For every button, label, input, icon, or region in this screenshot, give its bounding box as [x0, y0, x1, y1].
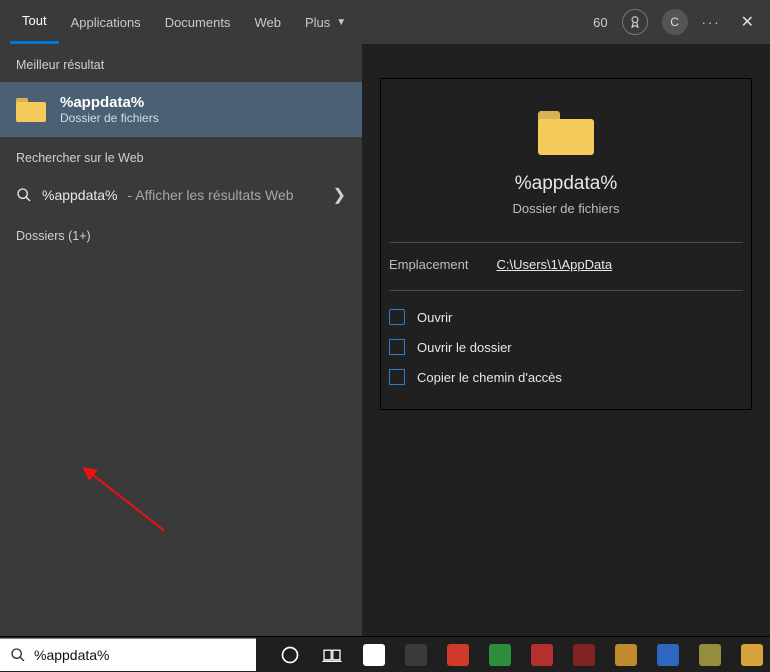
- tab-web[interactable]: Web: [242, 0, 293, 44]
- tab-more[interactable]: Plus ▼: [293, 0, 358, 44]
- folder-icon: [16, 98, 46, 122]
- taskbar-app-5[interactable]: [566, 640, 602, 670]
- web-search-query: %appdata%: [42, 187, 118, 203]
- web-search-item[interactable]: %appdata% - Afficher les résultats Web ❯: [0, 175, 362, 215]
- detail-subtitle: Dossier de fichiers: [381, 201, 751, 216]
- chevron-down-icon: ▼: [336, 17, 346, 28]
- web-search-hint: - Afficher les résultats Web: [128, 187, 294, 203]
- taskbar-app-4[interactable]: [524, 640, 560, 670]
- taskbar-search[interactable]: [0, 638, 256, 671]
- open-folder-icon: [389, 339, 405, 355]
- taskbar-app-7[interactable]: [650, 640, 686, 670]
- location-link[interactable]: C:\Users\1\AppData: [496, 257, 612, 272]
- search-input[interactable]: [34, 647, 246, 663]
- best-result-subtitle: Dossier de fichiers: [60, 111, 159, 125]
- more-options-button[interactable]: ···: [702, 15, 721, 30]
- location-label: Emplacement: [389, 257, 468, 272]
- chevron-right-icon: ❯: [333, 185, 346, 205]
- best-result-title: %appdata%: [60, 94, 159, 111]
- tab-more-label: Plus: [305, 15, 330, 30]
- folder-icon-large: [538, 111, 594, 155]
- results-column: Meilleur résultat %appdata% Dossier de f…: [0, 44, 362, 636]
- web-results-label: Rechercher sur le Web: [0, 137, 362, 175]
- taskbar-icons: [266, 640, 770, 670]
- search-icon: [10, 647, 26, 663]
- taskbar-app-8[interactable]: [692, 640, 728, 670]
- taskbar-app-6[interactable]: [608, 640, 644, 670]
- taskbar-app-9[interactable]: [734, 640, 770, 670]
- search-icon: [16, 187, 32, 203]
- search-panel: Tout Applications Documents Web Plus ▼ 6…: [0, 0, 770, 636]
- rewards-count: 60: [593, 15, 607, 30]
- tab-all[interactable]: Tout: [10, 0, 59, 44]
- action-open-folder[interactable]: Ouvrir le dossier: [389, 339, 743, 355]
- task-view-button[interactable]: [314, 640, 350, 670]
- taskbar-app-1[interactable]: [398, 640, 434, 670]
- detail-pane: %appdata% Dossier de fichiers Emplacemen…: [362, 44, 770, 636]
- action-copy-path[interactable]: Copier le chemin d'accès: [389, 369, 743, 385]
- action-copy-path-label: Copier le chemin d'accès: [417, 370, 562, 385]
- folders-section-label: Dossiers (1+): [0, 215, 362, 253]
- account-avatar[interactable]: C: [662, 9, 688, 35]
- action-open-label: Ouvrir: [417, 310, 452, 325]
- detail-title: %appdata%: [381, 173, 751, 195]
- tab-docs[interactable]: Documents: [153, 0, 243, 44]
- open-icon: [389, 309, 405, 325]
- taskbar: [0, 636, 770, 672]
- location-row: Emplacement C:\Users\1\AppData: [389, 257, 743, 291]
- close-button[interactable]: ✕: [735, 12, 760, 32]
- tab-apps[interactable]: Applications: [59, 0, 153, 44]
- taskbar-app-2[interactable]: [440, 640, 476, 670]
- rewards-icon[interactable]: [622, 9, 648, 35]
- best-result-item[interactable]: %appdata% Dossier de fichiers: [0, 82, 362, 137]
- cortana-button[interactable]: [272, 640, 308, 670]
- copy-icon: [389, 369, 405, 385]
- action-open[interactable]: Ouvrir: [389, 309, 743, 325]
- detail-card: %appdata% Dossier de fichiers Emplacemen…: [380, 78, 752, 410]
- taskbar-app-0[interactable]: [356, 640, 392, 670]
- best-result-label: Meilleur résultat: [0, 44, 362, 82]
- tabs-bar: Tout Applications Documents Web Plus ▼ 6…: [0, 0, 770, 44]
- taskbar-app-3[interactable]: [482, 640, 518, 670]
- action-open-folder-label: Ouvrir le dossier: [417, 340, 512, 355]
